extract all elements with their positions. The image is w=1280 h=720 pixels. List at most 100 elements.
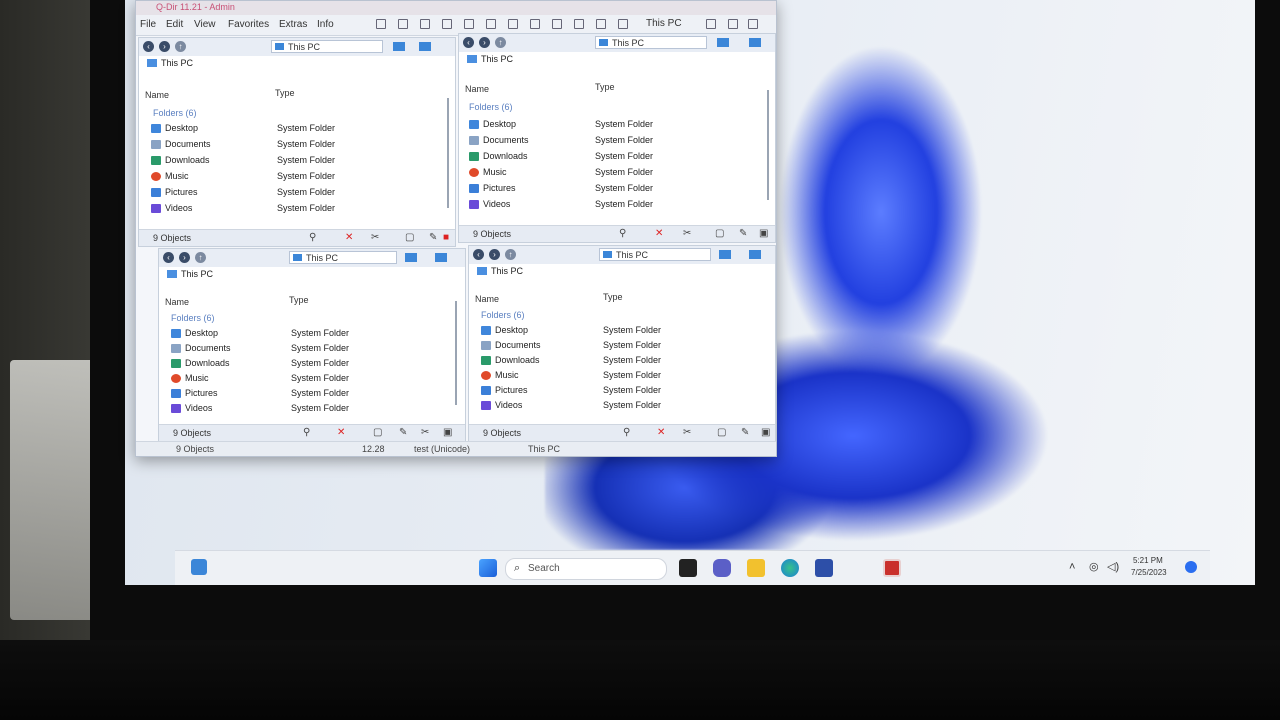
copy-icon[interactable]: ▢ bbox=[373, 428, 383, 438]
layout-icon[interactable] bbox=[398, 19, 408, 29]
list-item[interactable]: Documents System Folder bbox=[171, 342, 451, 356]
list-item[interactable]: Downloads System Folder bbox=[481, 354, 761, 368]
edit-icon[interactable]: ✎ bbox=[741, 428, 751, 438]
view-icon[interactable] bbox=[719, 250, 731, 259]
copy-icon[interactable]: ▢ bbox=[715, 229, 725, 239]
cut-icon[interactable]: ✂ bbox=[683, 428, 693, 438]
qdir-icon[interactable] bbox=[883, 559, 901, 577]
forward-icon[interactable]: › bbox=[159, 41, 170, 52]
filter-icon[interactable]: ⚲ bbox=[619, 229, 629, 239]
forward-icon[interactable]: › bbox=[179, 252, 190, 263]
list-item[interactable]: Music System Folder bbox=[469, 166, 759, 180]
column-name[interactable]: Name bbox=[145, 90, 169, 100]
filter-icon[interactable]: ⚲ bbox=[303, 428, 313, 438]
column-type[interactable]: Type bbox=[275, 88, 295, 98]
filter-icon[interactable]: ⚲ bbox=[309, 233, 319, 243]
task-view-icon[interactable] bbox=[679, 559, 697, 577]
list-item[interactable]: Music System Folder bbox=[171, 372, 451, 386]
copy-icon[interactable]: ▢ bbox=[717, 428, 727, 438]
title-bar[interactable]: Q-Dir 11.21 - Admin bbox=[136, 1, 776, 15]
list-item[interactable]: Documents System Folder bbox=[481, 339, 761, 353]
network-icon[interactable]: ◎ bbox=[1089, 560, 1099, 573]
view-icon[interactable] bbox=[749, 38, 761, 47]
menu-favorites[interactable]: Favorites bbox=[228, 19, 269, 30]
layout-icon[interactable] bbox=[420, 19, 430, 29]
store-icon[interactable] bbox=[815, 559, 833, 577]
delete-icon[interactable]: ✕ bbox=[337, 428, 347, 438]
layout-icon[interactable] bbox=[530, 19, 540, 29]
back-icon[interactable]: ‹ bbox=[143, 41, 154, 52]
view-icon[interactable] bbox=[419, 42, 431, 51]
tools-icon[interactable] bbox=[706, 19, 716, 29]
menu-info[interactable]: Info bbox=[317, 19, 334, 30]
list-item[interactable]: Videos System Folder bbox=[469, 198, 759, 210]
column-name[interactable]: Name bbox=[475, 294, 499, 304]
up-icon[interactable]: ↑ bbox=[195, 252, 206, 263]
clock-date[interactable]: 7/25/2023 bbox=[1131, 568, 1167, 577]
column-type[interactable]: Type bbox=[603, 292, 623, 302]
list-item[interactable]: Pictures System Folder bbox=[469, 182, 759, 196]
close-pane-icon[interactable]: ■ bbox=[443, 233, 453, 243]
pane-tab[interactable]: This PC bbox=[477, 266, 523, 276]
pane-tab[interactable]: This PC bbox=[167, 269, 213, 279]
list-item[interactable]: Music System Folder bbox=[481, 369, 761, 383]
column-name[interactable]: Name bbox=[465, 84, 489, 94]
address-bar[interactable]: This PC bbox=[595, 36, 707, 49]
menu-icon[interactable]: ▣ bbox=[761, 428, 771, 438]
layout-icon[interactable] bbox=[596, 19, 606, 29]
delete-icon[interactable]: ✕ bbox=[657, 428, 667, 438]
menu-edit[interactable]: Edit bbox=[166, 19, 183, 30]
clock-time[interactable]: 5:21 PM bbox=[1133, 556, 1163, 565]
column-type[interactable]: Type bbox=[289, 295, 309, 305]
list-item[interactable]: Pictures System Folder bbox=[481, 384, 761, 398]
list-item[interactable]: Desktop System Folder bbox=[481, 324, 761, 338]
cut-icon[interactable]: ✂ bbox=[371, 233, 381, 243]
column-type[interactable]: Type bbox=[595, 82, 615, 92]
layout-icon[interactable] bbox=[552, 19, 562, 29]
up-icon[interactable]: ↑ bbox=[175, 41, 186, 52]
filter-icon[interactable]: ⚲ bbox=[623, 428, 633, 438]
list-item[interactable]: Downloads System Folder bbox=[171, 357, 451, 371]
layout-icon[interactable] bbox=[442, 19, 452, 29]
list-item[interactable]: Desktop System Folder bbox=[171, 327, 451, 341]
column-name[interactable]: Name bbox=[165, 297, 189, 307]
copy-icon[interactable]: ▢ bbox=[405, 233, 415, 243]
pin-icon[interactable] bbox=[748, 19, 758, 29]
list-item[interactable]: Downloads System Folder bbox=[469, 150, 759, 164]
list-item[interactable]: Videos System Folder bbox=[481, 399, 761, 410]
list-item[interactable]: Desktop System Folder bbox=[469, 118, 759, 132]
chevron-up-icon[interactable]: ˄ bbox=[1069, 561, 1075, 573]
layout-icon[interactable] bbox=[574, 19, 584, 29]
cut-icon[interactable]: ✂ bbox=[683, 229, 693, 239]
menu-icon[interactable]: ▣ bbox=[759, 229, 769, 239]
back-icon[interactable]: ‹ bbox=[163, 252, 174, 263]
layout-icon[interactable] bbox=[464, 19, 474, 29]
address-bar[interactable]: This PC bbox=[599, 248, 711, 261]
address-bar[interactable]: This PC bbox=[289, 251, 397, 264]
group-header[interactable]: Folders (6) bbox=[481, 310, 525, 320]
pane-tab[interactable]: This PC bbox=[467, 54, 513, 64]
layout-icon[interactable] bbox=[508, 19, 518, 29]
list-item[interactable]: Documents System Folder bbox=[151, 138, 441, 152]
delete-icon[interactable]: ✕ bbox=[655, 229, 665, 239]
view-icon[interactable] bbox=[405, 253, 417, 262]
volume-icon[interactable]: ◁) bbox=[1107, 560, 1119, 573]
list-item[interactable]: Pictures System Folder bbox=[151, 186, 441, 200]
layout-icon[interactable] bbox=[486, 19, 496, 29]
edit-icon[interactable]: ✎ bbox=[429, 233, 439, 243]
notification-icon[interactable] bbox=[1185, 561, 1197, 573]
widgets-icon[interactable] bbox=[191, 559, 207, 575]
view-icon[interactable] bbox=[435, 253, 447, 262]
settings-icon[interactable] bbox=[728, 19, 738, 29]
scrollbar[interactable] bbox=[767, 90, 769, 200]
start-icon[interactable] bbox=[479, 559, 497, 577]
view-icon[interactable] bbox=[393, 42, 405, 51]
menu-view[interactable]: View bbox=[194, 19, 216, 30]
back-icon[interactable]: ‹ bbox=[473, 249, 484, 260]
pane-tab[interactable]: This PC bbox=[147, 58, 193, 68]
back-icon[interactable]: ‹ bbox=[463, 37, 474, 48]
forward-icon[interactable]: › bbox=[479, 37, 490, 48]
list-item[interactable]: Videos System Folder bbox=[151, 202, 441, 214]
scrollbar[interactable] bbox=[447, 98, 449, 208]
view-icon[interactable] bbox=[749, 250, 761, 259]
